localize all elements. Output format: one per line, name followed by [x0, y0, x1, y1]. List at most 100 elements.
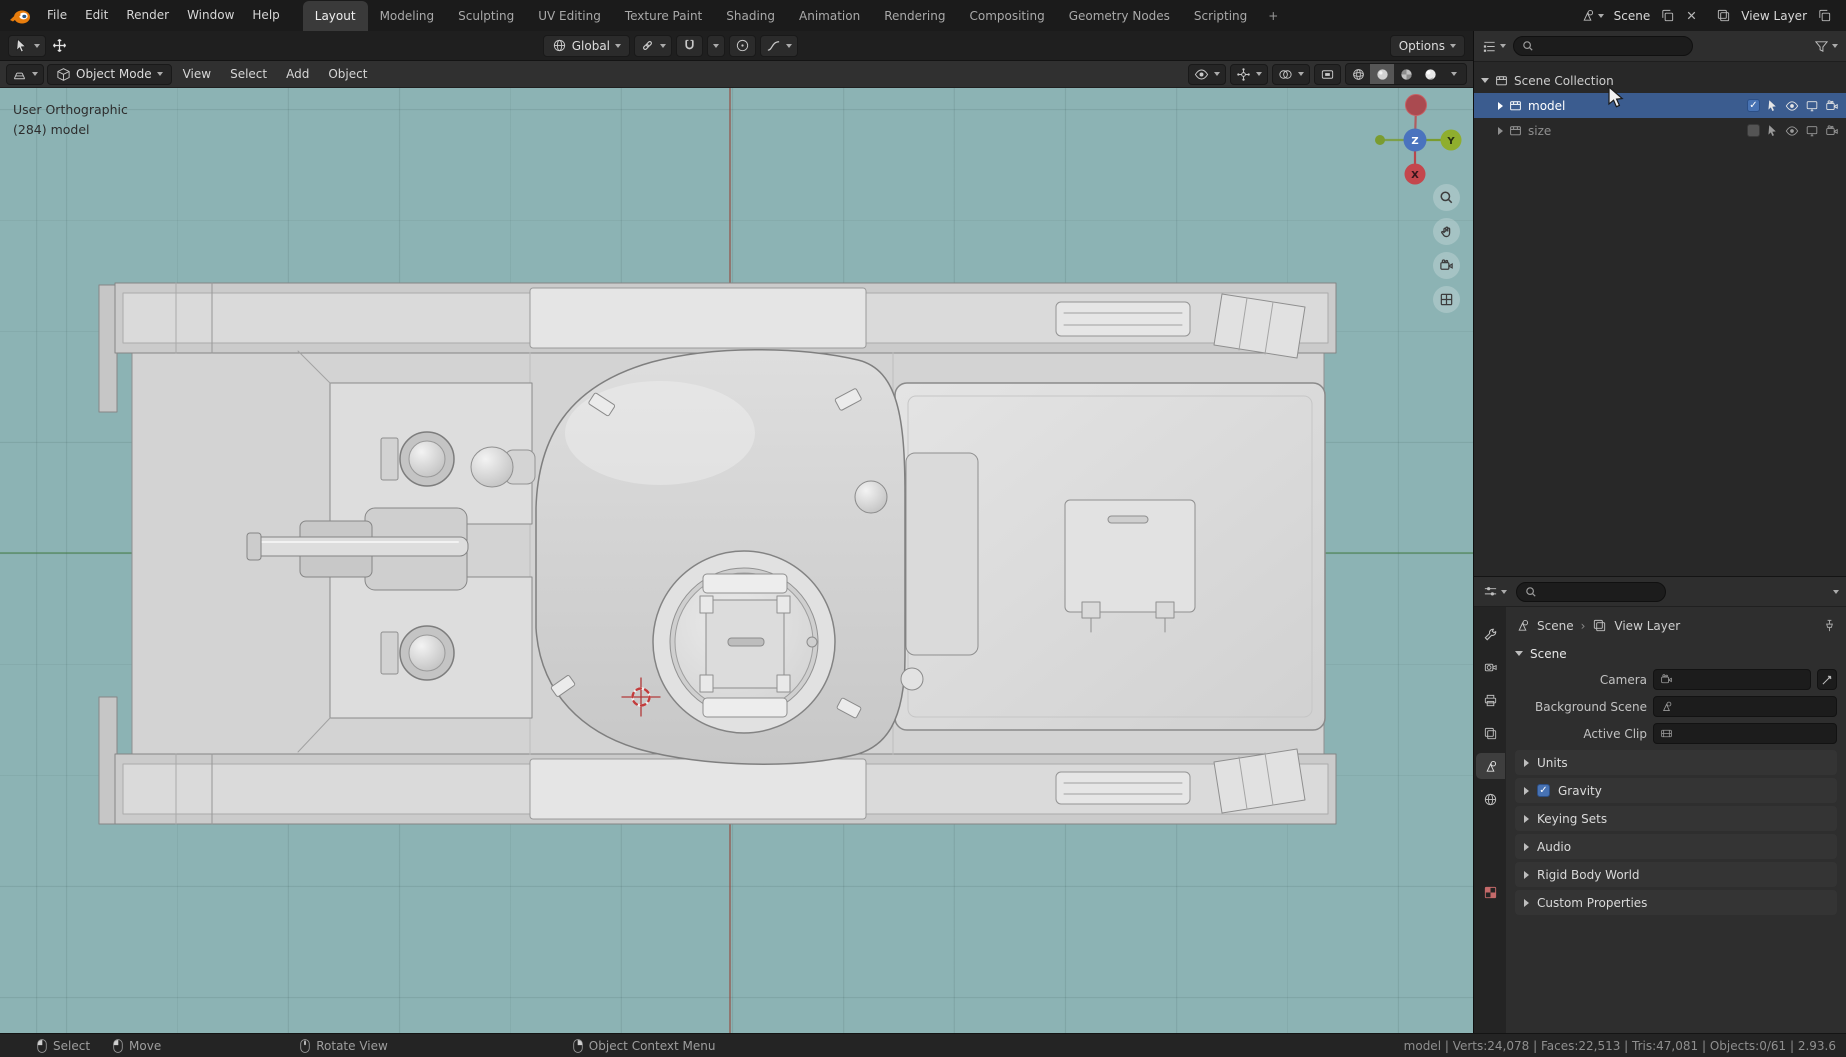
shading-rendered-button[interactable] [1418, 64, 1442, 84]
object-visibility-dropdown[interactable] [1188, 64, 1226, 85]
outliner-filter-dropdown[interactable] [1812, 37, 1840, 56]
add-workspace-button[interactable]: + [1259, 1, 1287, 31]
browse-scene-button[interactable] [1578, 6, 1606, 25]
panel-units[interactable]: Units [1515, 750, 1837, 775]
viewport-menu-select[interactable]: Select [222, 61, 275, 88]
new-scene-button[interactable] [1658, 6, 1677, 25]
proportional-editing-toggle[interactable] [729, 35, 756, 57]
tab-modeling[interactable]: Modeling [368, 1, 447, 31]
outliner-search[interactable] [1513, 36, 1693, 56]
outliner-display-mode-dropdown[interactable] [1480, 37, 1508, 56]
properties-options-dropdown[interactable] [1833, 590, 1839, 594]
tab-scripting[interactable]: Scripting [1182, 1, 1259, 31]
view-layer-selector[interactable] [1714, 6, 1733, 25]
transform-pivot-dropdown[interactable] [634, 35, 672, 57]
disable-render-icon[interactable] [1825, 99, 1839, 113]
collection-checkbox[interactable]: ✓ [1747, 99, 1760, 112]
shading-material-button[interactable] [1394, 64, 1418, 84]
properties-search-input[interactable] [1542, 585, 1657, 599]
selectable-icon[interactable] [1766, 124, 1779, 137]
menu-render[interactable]: Render [117, 0, 178, 31]
panel-keying-sets[interactable]: Keying Sets [1515, 806, 1837, 831]
tab-shading[interactable]: Shading [714, 1, 787, 31]
viewport-3d[interactable]: User Orthographic (284) model Y X Z [0, 88, 1473, 1033]
viewport-menu-view[interactable]: View [175, 61, 219, 88]
move-tool-icon[interactable] [52, 38, 67, 53]
camera-field[interactable] [1653, 669, 1811, 690]
panel-gravity[interactable]: ✓ Gravity [1515, 778, 1837, 803]
eyedropper-button[interactable] [1817, 669, 1837, 690]
expand-icon[interactable] [1498, 102, 1503, 110]
menu-window[interactable]: Window [178, 0, 243, 31]
gravity-checkbox[interactable]: ✓ [1537, 784, 1550, 797]
proportional-falloff-dropdown[interactable] [760, 35, 798, 57]
toggle-ortho-button[interactable] [1433, 286, 1460, 313]
editor-type-dropdown[interactable] [6, 64, 44, 85]
tab-layout[interactable]: Layout [303, 1, 368, 31]
tab-geometry-nodes[interactable]: Geometry Nodes [1057, 1, 1182, 31]
object-mode-dropdown[interactable]: Object Mode [47, 64, 172, 85]
tab-rendering[interactable]: Rendering [872, 1, 957, 31]
outliner-row-model[interactable]: model ✓ [1474, 93, 1846, 118]
blender-logo-icon[interactable] [8, 7, 32, 25]
breadcrumb-view-layer[interactable]: View Layer [1614, 619, 1680, 633]
tab-tool-properties[interactable] [1476, 621, 1505, 647]
tab-sculpting[interactable]: Sculpting [446, 1, 526, 31]
panel-rigid-body-world[interactable]: Rigid Body World [1515, 862, 1837, 887]
hide-eye-icon[interactable] [1785, 124, 1799, 138]
tab-world-properties[interactable] [1476, 786, 1505, 812]
tab-animation[interactable]: Animation [787, 1, 872, 31]
outliner-search-input[interactable] [1539, 39, 1684, 53]
tab-output-properties[interactable] [1476, 687, 1505, 713]
active-tool-button[interactable] [8, 35, 46, 57]
gizmo-axis-neg-y[interactable] [1375, 135, 1385, 145]
shading-dropdown[interactable] [1442, 64, 1466, 84]
properties-editor-type-dropdown[interactable] [1481, 582, 1509, 601]
properties-search[interactable] [1516, 582, 1666, 602]
tank-model[interactable] [0, 88, 1473, 1033]
shading-solid-button[interactable] [1370, 64, 1394, 84]
collection-checkbox[interactable] [1747, 124, 1760, 137]
menu-edit[interactable]: Edit [76, 0, 117, 31]
transform-orientation-dropdown[interactable]: Global [543, 35, 630, 57]
xray-toggle[interactable] [1314, 64, 1341, 85]
unlink-scene-button[interactable] [1682, 6, 1701, 25]
snap-toggle[interactable] [676, 35, 703, 57]
gizmo-axis-neg-x[interactable] [1406, 95, 1427, 116]
new-view-layer-button[interactable] [1815, 6, 1834, 25]
pin-icon[interactable] [1822, 618, 1837, 633]
outliner-row-size[interactable]: size [1474, 118, 1846, 143]
tab-render-properties[interactable] [1476, 654, 1505, 680]
disable-render-icon[interactable] [1825, 124, 1839, 138]
viewport-menu-add[interactable]: Add [278, 61, 317, 88]
navigation-gizmo[interactable]: Y X Z [1365, 90, 1465, 190]
expand-icon[interactable] [1481, 78, 1489, 83]
menu-help[interactable]: Help [243, 0, 288, 31]
disable-viewport-icon[interactable] [1805, 124, 1819, 138]
tab-scene-properties[interactable] [1476, 753, 1505, 779]
tab-uv-editing[interactable]: UV Editing [526, 1, 613, 31]
tab-view-layer-properties[interactable] [1476, 720, 1505, 746]
panel-custom-properties[interactable]: Custom Properties [1515, 890, 1837, 915]
panel-audio[interactable]: Audio [1515, 834, 1837, 859]
scene-name-field[interactable]: Scene [1611, 9, 1654, 23]
panel-scene-header[interactable]: Scene [1515, 641, 1837, 666]
camera-view-button[interactable] [1433, 252, 1460, 279]
options-dropdown[interactable]: Options [1390, 35, 1465, 57]
selectable-icon[interactable] [1766, 99, 1779, 112]
disable-viewport-icon[interactable] [1805, 99, 1819, 113]
expand-icon[interactable] [1498, 127, 1503, 135]
shading-wireframe-button[interactable] [1346, 64, 1370, 84]
viewport-menu-object[interactable]: Object [320, 61, 375, 88]
active-clip-field[interactable] [1653, 723, 1837, 744]
overlays-dropdown[interactable] [1272, 64, 1310, 85]
pan-button[interactable] [1433, 218, 1460, 245]
gizmos-dropdown[interactable] [1230, 64, 1268, 85]
background-scene-field[interactable] [1653, 696, 1837, 717]
breadcrumb-scene[interactable]: Scene [1537, 619, 1574, 633]
tab-texture-paint[interactable]: Texture Paint [613, 1, 714, 31]
outliner-row-scene-collection[interactable]: Scene Collection [1474, 68, 1846, 93]
tab-texture-properties[interactable] [1476, 879, 1505, 905]
view-layer-name-field[interactable]: View Layer [1738, 9, 1810, 23]
snap-settings-dropdown[interactable] [707, 35, 725, 57]
